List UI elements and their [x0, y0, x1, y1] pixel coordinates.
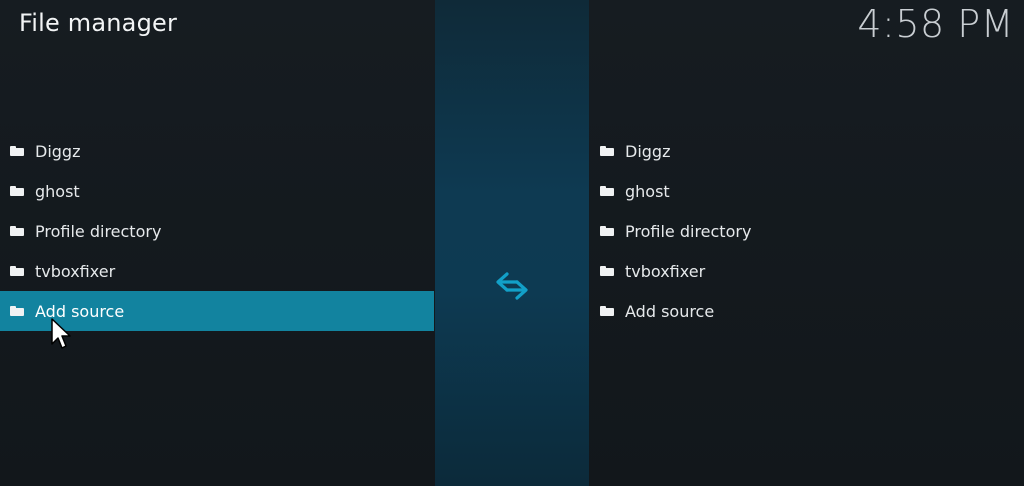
item-label: tvboxfixer: [625, 261, 706, 281]
folder-icon: [10, 146, 24, 156]
item-label: Diggz: [625, 141, 671, 161]
item-label: Add source: [625, 301, 715, 321]
center-swap-panel[interactable]: [435, 0, 589, 486]
file-manager-screen: File manager 4:58 PM Diggz ghost Profile…: [0, 0, 1024, 486]
folder-icon: [10, 306, 24, 316]
item-label: tvboxfixer: [35, 261, 116, 281]
item-label: Profile directory: [625, 221, 752, 241]
left-pane: Diggz ghost Profile directory tvboxfixer…: [0, 131, 434, 331]
folder-icon: [600, 266, 614, 276]
folder-icon: [600, 306, 614, 316]
item-label: ghost: [625, 181, 670, 201]
left-item-diggz[interactable]: Diggz: [0, 131, 434, 171]
clock: 4:58 PM: [857, 2, 1014, 46]
folder-icon: [600, 186, 614, 196]
right-item-ghost[interactable]: ghost: [590, 171, 1024, 211]
item-label: Add source: [35, 301, 125, 321]
right-item-tvboxfixer[interactable]: tvboxfixer: [590, 251, 1024, 291]
folder-icon: [10, 186, 24, 196]
folder-icon: [600, 146, 614, 156]
folder-icon: [10, 266, 24, 276]
left-item-tvboxfixer[interactable]: tvboxfixer: [0, 251, 434, 291]
item-label: Profile directory: [35, 221, 162, 241]
item-label: Diggz: [35, 141, 81, 161]
right-pane: Diggz ghost Profile directory tvboxfixer…: [590, 131, 1024, 331]
folder-icon: [600, 226, 614, 236]
left-item-ghost[interactable]: ghost: [0, 171, 434, 211]
folder-icon: [10, 226, 24, 236]
right-item-diggz[interactable]: Diggz: [590, 131, 1024, 171]
item-label: ghost: [35, 181, 80, 201]
right-item-add-source[interactable]: Add source: [590, 291, 1024, 331]
right-item-profile-directory[interactable]: Profile directory: [590, 211, 1024, 251]
page-title: File manager: [19, 9, 178, 37]
mouse-pointer-icon: [51, 318, 71, 349]
swap-arrows-icon[interactable]: [495, 271, 529, 301]
left-item-profile-directory[interactable]: Profile directory: [0, 211, 434, 251]
